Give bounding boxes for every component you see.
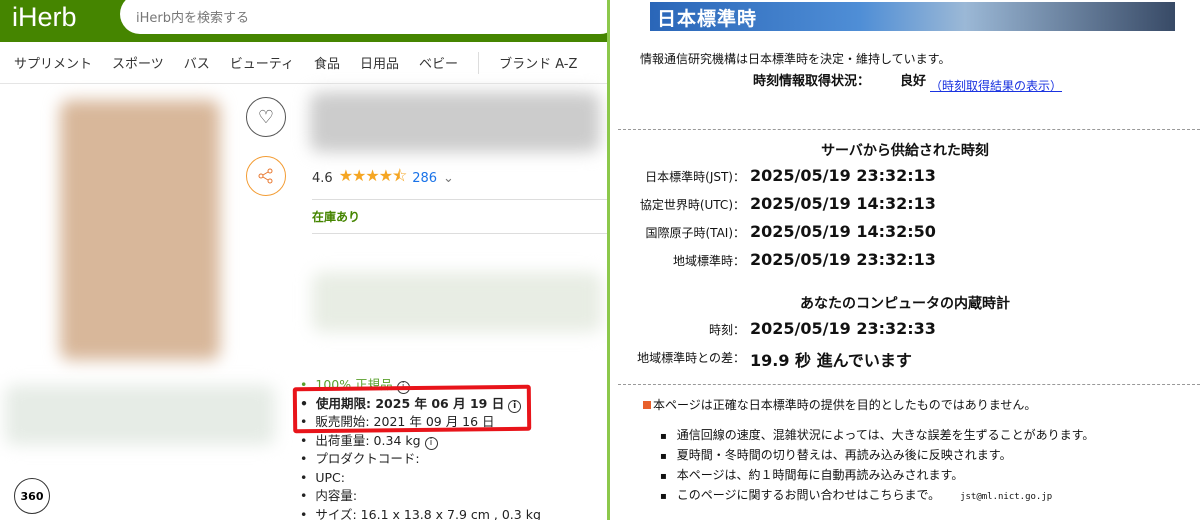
spec-text: 出荷重量: 0.34 kg xyxy=(315,432,421,448)
row-label: 国際原子時(TAI)： xyxy=(645,226,745,240)
thumbnails-blurred xyxy=(5,385,275,445)
nav-item[interactable]: ビューティ xyxy=(230,53,294,72)
review-count-link[interactable]: 286 xyxy=(412,171,437,186)
nav-item[interactable]: バス xyxy=(184,53,210,72)
view-360-button[interactable]: 360 xyxy=(14,478,50,514)
nict-time-page: 日本標準時 情報通信研究機構は日本標準時を決定・維持しています。 時刻情報取得状… xyxy=(607,0,1200,520)
row-label: 地域標準時： xyxy=(672,254,745,268)
divider xyxy=(312,233,607,234)
pc-time-value: 2025/05/19 23:32:33 xyxy=(750,319,936,338)
nict-banner: 日本標準時 xyxy=(650,2,1175,31)
status-result-link[interactable]: （時刻取得結果の表示） xyxy=(930,77,1062,94)
product-image-blurred xyxy=(60,100,220,360)
share-icon xyxy=(258,168,273,184)
iherb-logo[interactable]: iHerb xyxy=(12,2,77,33)
stock-status: 在庫あり xyxy=(312,210,361,224)
nav-item[interactable]: スポーツ xyxy=(112,53,164,72)
time-value: 2025/05/19 23:32:13 xyxy=(750,250,936,269)
notes-list: 通信回線の速度、混雑状況によっては、大きな誤差を生ずることがあります。 夏時間・… xyxy=(660,426,1095,506)
intro-text: 情報通信研究機構は日本標準時を決定・維持しています。 xyxy=(640,52,951,66)
time-value: 2025/05/19 14:32:13 xyxy=(750,194,936,213)
star-rating-icon: ★★★★⯪ xyxy=(338,166,408,185)
divider xyxy=(618,129,1200,130)
category-nav: サプリメント スポーツ バス ビューティ 食品 日用品 ベビー ブランド A-Z xyxy=(0,42,607,84)
red-highlight-annotation xyxy=(292,384,532,434)
server-time-heading: サーバから供給された時刻 xyxy=(821,143,989,159)
spec-size: サイズ: 16.1 x 13.8 x 7.9 cm , 0.3 kg xyxy=(300,506,541,520)
search-input[interactable]: iHerb内を検索する xyxy=(120,0,607,34)
spec-weight: 出荷重量: 0.34 kgi xyxy=(300,432,541,451)
nav-item-brand[interactable]: ブランド A-Z xyxy=(499,53,577,72)
note-item: 通信回線の速度、混雑状況によっては、大きな誤差を生ずることがあります。 xyxy=(660,426,1095,446)
contact-email: jst@ml.nict.go.jp xyxy=(960,492,1053,502)
nav-item[interactable]: サプリメント xyxy=(14,53,92,72)
nav-item[interactable]: 日用品 xyxy=(360,53,399,72)
nav-divider xyxy=(478,51,480,74)
spec-upc: UPC: xyxy=(300,469,541,488)
disclaimer-text: 本ページは正確な日本標準時の提供を目的としたものではありません。 xyxy=(653,398,1037,412)
pc-clock-heading: あなたのコンピュータの内蔵時計 xyxy=(800,296,1010,312)
iherb-page: iHerb iHerb内を検索する サプリメント スポーツ バス ビューティ 食… xyxy=(0,0,607,520)
divider xyxy=(618,384,1200,385)
row-label: 協定世界時(UTC)： xyxy=(639,198,745,212)
header: iHerb iHerb内を検索する xyxy=(0,0,607,42)
rating-value: 4.6 xyxy=(312,171,333,186)
time-value: 2025/05/19 23:32:13 xyxy=(750,166,936,185)
wishlist-button[interactable]: ♡ xyxy=(246,97,286,137)
divider xyxy=(312,199,607,200)
note-item: このページに関するお問い合わせはこちらまで。 jst@ml.nict.go.jp xyxy=(660,486,1094,506)
status-value: 良好 xyxy=(900,74,927,89)
nav-item[interactable]: 食品 xyxy=(314,53,340,72)
pc-offset-value: 19.9 秒 進んでいます xyxy=(750,351,912,370)
time-value: 2025/05/19 14:32:50 xyxy=(750,222,936,241)
variant-blurred xyxy=(312,272,602,332)
row-label: 時刻： xyxy=(708,323,745,337)
chevron-down-icon[interactable]: ⌄ xyxy=(443,171,454,186)
orange-square-icon xyxy=(643,401,651,409)
spec-volume: 内容量: xyxy=(300,487,541,506)
disclaimer: 本ページは正確な日本標準時の提供を目的としたものではありません。 xyxy=(643,396,1036,413)
row-label: 地域標準時との差： xyxy=(637,351,745,365)
rating: 4.6 ★★★★⯪ 286 ⌄ xyxy=(312,165,454,192)
row-label: 日本標準時(JST)： xyxy=(645,170,745,184)
heart-icon: ♡ xyxy=(257,106,275,128)
share-button[interactable] xyxy=(246,156,286,196)
note-item: 夏時間・冬時間の切り替えは、再読み込み後に反映されます。 xyxy=(660,446,1094,466)
info-icon[interactable]: i xyxy=(424,436,438,450)
status-label: 時刻情報取得状況： xyxy=(753,74,871,89)
nav-item[interactable]: ベビー xyxy=(419,53,458,72)
note-item: 本ページは、約１時間毎に自動再読み込みされます。 xyxy=(660,466,1094,486)
title-blurred xyxy=(310,92,600,152)
spec-product-code: プロダクトコード: xyxy=(300,450,541,469)
note-text: このページに関するお問い合わせはこちらまで。 xyxy=(676,488,941,502)
